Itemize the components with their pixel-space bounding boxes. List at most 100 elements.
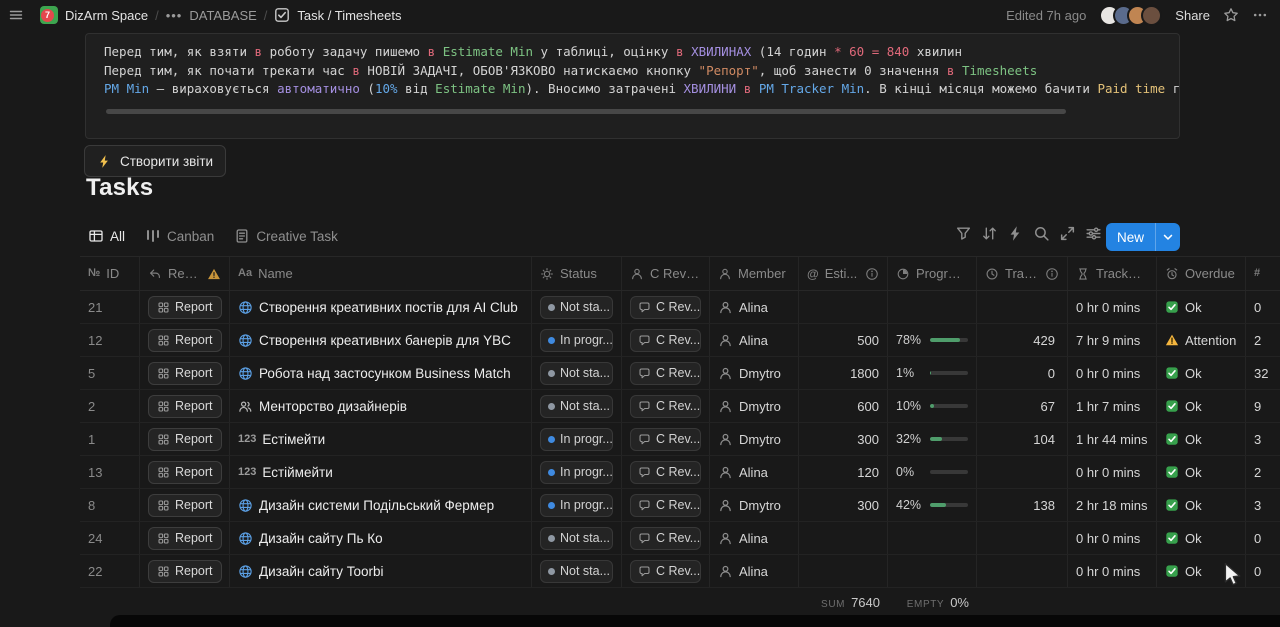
- review-pill[interactable]: C Rev...: [630, 461, 701, 484]
- cell-tracked[interactable]: 67: [977, 390, 1068, 422]
- column-header-status[interactable]: Status: [532, 257, 622, 290]
- review-pill[interactable]: C Rev...: [630, 527, 701, 550]
- cell-estimate[interactable]: [799, 291, 888, 323]
- cell-tracked[interactable]: [977, 522, 1068, 554]
- cell-tracked[interactable]: [977, 456, 1068, 488]
- cell-tracker[interactable]: 0 hr 0 mins: [1068, 522, 1157, 554]
- column-header-progress[interactable]: Progress: [888, 257, 977, 290]
- review-pill[interactable]: C Rev...: [630, 395, 701, 418]
- column-header-review[interactable]: C Review: [622, 257, 710, 290]
- task-name[interactable]: Робота над застосунком Business Match: [259, 366, 511, 381]
- info-icon[interactable]: [1045, 267, 1059, 281]
- status-pill[interactable]: Not sta...: [540, 395, 613, 418]
- status-pill[interactable]: Not sta...: [540, 362, 613, 385]
- cell-tracker[interactable]: 7 hr 9 mins: [1068, 324, 1157, 356]
- workspace-name[interactable]: DizArm Space: [65, 8, 148, 23]
- task-name[interactable]: Менторство дизайнерів: [259, 399, 407, 414]
- column-header-replies[interactable]: Repl...: [140, 257, 230, 290]
- report-button[interactable]: Report: [148, 395, 222, 418]
- review-pill[interactable]: C Rev...: [630, 296, 701, 319]
- share-button[interactable]: Share: [1175, 8, 1210, 23]
- task-name[interactable]: Дизайн сайту Пь Ко: [259, 531, 383, 546]
- status-pill[interactable]: Not sta...: [540, 296, 613, 319]
- cell-tracker[interactable]: 0 hr 0 mins: [1068, 357, 1157, 389]
- column-header-tracked[interactable]: Trac...: [977, 257, 1068, 290]
- favorite-star-icon[interactable]: [1223, 7, 1239, 23]
- breadcrumb-ellipsis[interactable]: •••: [166, 8, 183, 23]
- task-name[interactable]: Дизайн системи Подільський Фермер: [259, 498, 494, 513]
- cell-member[interactable]: Dmytro: [710, 357, 799, 389]
- cell-member[interactable]: Alina: [710, 555, 799, 587]
- sort-icon[interactable]: [981, 225, 998, 242]
- review-pill[interactable]: C Rev...: [630, 428, 701, 451]
- task-name[interactable]: Естімейти: [262, 432, 325, 447]
- report-button[interactable]: Report: [148, 560, 222, 583]
- report-button[interactable]: Report: [148, 461, 222, 484]
- expand-icon[interactable]: [1059, 225, 1076, 242]
- cell-member[interactable]: Alina: [710, 456, 799, 488]
- cell-tracked[interactable]: 104: [977, 423, 1068, 455]
- view-settings-icon[interactable]: [1085, 225, 1102, 242]
- cell-member[interactable]: Alina: [710, 324, 799, 356]
- report-button[interactable]: Report: [148, 329, 222, 352]
- cell-estimate[interactable]: 500: [799, 324, 888, 356]
- cell-tracker[interactable]: 1 hr 44 mins: [1068, 423, 1157, 455]
- column-header-id[interactable]: №ID: [80, 257, 140, 290]
- new-button-label[interactable]: New: [1106, 223, 1155, 251]
- column-header-extra[interactable]: #: [1246, 257, 1280, 290]
- filter-icon[interactable]: [955, 225, 972, 242]
- cell-member[interactable]: Alina: [710, 291, 799, 323]
- cell-tracker[interactable]: 0 hr 0 mins: [1068, 555, 1157, 587]
- cell-tracker[interactable]: 2 hr 18 mins: [1068, 489, 1157, 521]
- cell-estimate[interactable]: 600: [799, 390, 888, 422]
- status-pill[interactable]: In progr...: [540, 461, 613, 484]
- cell-estimate[interactable]: [799, 522, 888, 554]
- view-tab-all[interactable]: All: [88, 228, 125, 244]
- user-avatar[interactable]: [1141, 5, 1162, 26]
- cell-estimate[interactable]: 300: [799, 489, 888, 521]
- task-name[interactable]: Створення креативних банерів для YBC: [259, 333, 511, 348]
- status-pill[interactable]: Not sta...: [540, 560, 613, 583]
- column-header-name[interactable]: AaName: [230, 257, 532, 290]
- cell-tracked[interactable]: [977, 555, 1068, 587]
- progress-empty-footer[interactable]: EMPTY 0%: [888, 595, 969, 610]
- cell-tracker[interactable]: 1 hr 7 mins: [1068, 390, 1157, 422]
- column-header-overdue[interactable]: Overdue: [1157, 257, 1246, 290]
- review-pill[interactable]: C Rev...: [630, 560, 701, 583]
- search-icon[interactable]: [1033, 225, 1050, 242]
- review-pill[interactable]: C Rev...: [630, 494, 701, 517]
- task-name[interactable]: Естіймейти: [262, 465, 332, 480]
- new-button[interactable]: New: [1106, 223, 1180, 251]
- cell-member[interactable]: Dmytro: [710, 489, 799, 521]
- sidebar-toggle-icon[interactable]: [8, 7, 24, 23]
- cell-estimate[interactable]: 120: [799, 456, 888, 488]
- cell-estimate[interactable]: 300: [799, 423, 888, 455]
- cell-tracked[interactable]: 429: [977, 324, 1068, 356]
- review-pill[interactable]: C Rev...: [630, 329, 701, 352]
- cell-tracked[interactable]: [977, 291, 1068, 323]
- status-pill[interactable]: In progr...: [540, 329, 613, 352]
- breadcrumb-page[interactable]: Task / Timesheets: [297, 8, 401, 23]
- chevron-down-icon[interactable]: [1155, 223, 1180, 251]
- cell-tracked[interactable]: 0: [977, 357, 1068, 389]
- cell-member[interactable]: Alina: [710, 522, 799, 554]
- report-button[interactable]: Report: [148, 428, 222, 451]
- cell-member[interactable]: Dmytro: [710, 423, 799, 455]
- estimate-sum-footer[interactable]: SUM 7640: [799, 595, 880, 610]
- cell-estimate[interactable]: 1800: [799, 357, 888, 389]
- cell-estimate[interactable]: [799, 555, 888, 587]
- cell-tracker[interactable]: 0 hr 0 mins: [1068, 291, 1157, 323]
- status-pill[interactable]: In progr...: [540, 428, 613, 451]
- status-pill[interactable]: Not sta...: [540, 527, 613, 550]
- report-button[interactable]: Report: [148, 296, 222, 319]
- notification-badge[interactable]: 7: [41, 9, 54, 22]
- info-icon[interactable]: [865, 267, 879, 281]
- avatar-stack[interactable]: [1099, 5, 1162, 26]
- more-options-icon[interactable]: [1252, 7, 1268, 23]
- report-button[interactable]: Report: [148, 494, 222, 517]
- review-pill[interactable]: C Rev...: [630, 362, 701, 385]
- cell-member[interactable]: Dmytro: [710, 390, 799, 422]
- horizontal-scrollbar[interactable]: [106, 109, 1066, 114]
- automation-icon[interactable]: [1007, 225, 1024, 242]
- view-tab-canban[interactable]: Canban: [145, 228, 214, 244]
